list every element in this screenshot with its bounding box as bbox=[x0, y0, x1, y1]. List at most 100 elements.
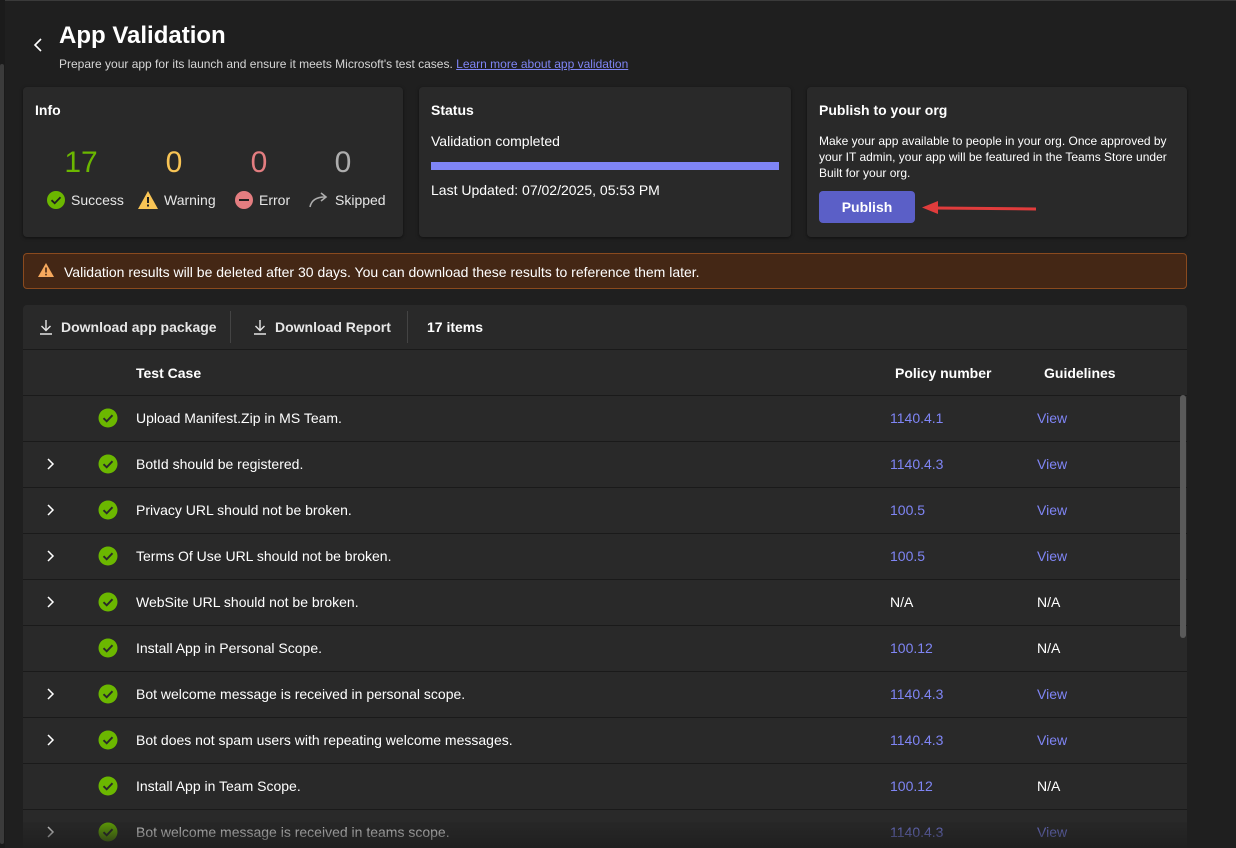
chevron-right-icon[interactable] bbox=[43, 825, 57, 839]
test-case-name: BotId should be registered. bbox=[136, 456, 304, 472]
status-card-title: Status bbox=[431, 102, 474, 118]
test-case-name: Bot does not spam users with repeating w… bbox=[136, 732, 513, 748]
warning-icon bbox=[138, 191, 158, 209]
success-check-icon bbox=[98, 454, 118, 474]
table-row[interactable]: Upload Manifest.Zip in MS Team. 1140.4.1 V… bbox=[23, 396, 1187, 442]
skipped-label: Skipped bbox=[308, 190, 386, 210]
table-row[interactable]: Install App in Personal Scope. 100.12 N/A bbox=[23, 626, 1187, 672]
success-check-icon bbox=[98, 730, 118, 750]
item-count: 17 items bbox=[427, 319, 484, 335]
table-row[interactable]: Install App in Team Scope. 100.12 N/A bbox=[23, 764, 1187, 810]
success-check-icon bbox=[98, 638, 118, 658]
results-panel: Download app package Download Report 17 … bbox=[23, 305, 1187, 848]
download-icon bbox=[40, 320, 52, 335]
column-header-policy-number[interactable]: Policy number bbox=[895, 365, 991, 381]
guidelines-value: N/A bbox=[1037, 594, 1061, 610]
success-check-icon bbox=[98, 546, 118, 566]
warning-label-text: Warning bbox=[164, 192, 216, 208]
test-case-name: Bot welcome message is received in teams… bbox=[136, 824, 450, 840]
guidelines-value: N/A bbox=[1037, 640, 1061, 656]
chevron-right-icon[interactable] bbox=[43, 687, 57, 701]
toolbar-divider bbox=[230, 311, 231, 343]
info-card: Info 17 Success 0 Warning 0 Error 0 Skip… bbox=[23, 87, 403, 237]
table-row[interactable]: Bot welcome message is received in perso… bbox=[23, 672, 1187, 718]
guidelines-view-link[interactable]: View bbox=[1037, 502, 1067, 518]
guidelines-view-link[interactable]: View bbox=[1037, 686, 1067, 702]
guidelines-view-link[interactable]: View bbox=[1037, 732, 1067, 748]
test-case-name: Upload Manifest.Zip in MS Team. bbox=[136, 410, 342, 426]
page-scrollbar-thumb[interactable] bbox=[0, 64, 4, 844]
skipped-count: 0 bbox=[293, 145, 393, 181]
download-report-label: Download Report bbox=[275, 319, 391, 335]
test-case-name: Install App in Team Scope. bbox=[136, 778, 301, 794]
info-card-title: Info bbox=[35, 102, 61, 118]
chevron-right-icon[interactable] bbox=[43, 549, 57, 563]
test-case-name: Terms Of Use URL should not be broken. bbox=[136, 548, 392, 564]
status-card: Status Validation completed Last Updated… bbox=[419, 87, 791, 237]
success-count-value: 17 bbox=[64, 146, 98, 179]
error-icon bbox=[235, 191, 253, 209]
subtitle-text: Prepare your app for its launch and ensu… bbox=[59, 57, 453, 71]
success-check-icon bbox=[98, 776, 118, 796]
error-label-text: Error bbox=[259, 192, 291, 208]
table-scrollbar-thumb[interactable] bbox=[1180, 395, 1186, 638]
skipped-count-value: 0 bbox=[334, 146, 352, 179]
success-label-text: Success bbox=[71, 192, 124, 208]
chevron-right-icon[interactable] bbox=[43, 733, 57, 747]
test-case-name: Install App in Personal Scope. bbox=[136, 640, 323, 656]
policy-number-link[interactable]: 100.5 bbox=[890, 502, 925, 518]
success-check-icon bbox=[98, 500, 118, 520]
guidelines-view-link[interactable]: View bbox=[1037, 548, 1067, 564]
table-row[interactable]: BotId should be registered. 1140.4.3 View bbox=[23, 442, 1187, 488]
success-check-icon bbox=[98, 822, 118, 842]
policy-number-link[interactable]: 100.12 bbox=[890, 778, 933, 794]
table-row[interactable]: Bot welcome message is received in teams… bbox=[23, 810, 1187, 848]
policy-number-link[interactable]: 1140.4.3 bbox=[890, 686, 943, 702]
column-header-guidelines[interactable]: Guidelines bbox=[1044, 365, 1116, 381]
warning-label: Warning bbox=[137, 190, 216, 210]
skipped-label-text: Skipped bbox=[335, 192, 386, 208]
toolbar-divider bbox=[407, 311, 408, 343]
table-row[interactable]: Bot does not spam users with repeating w… bbox=[23, 718, 1187, 764]
guidelines-value: N/A bbox=[1037, 778, 1061, 794]
policy-number-link[interactable]: 1140.4.3 bbox=[890, 824, 943, 840]
check-circle-icon bbox=[47, 191, 65, 209]
policy-number-link[interactable]: 1140.4.3 bbox=[890, 732, 943, 748]
publish-button[interactable]: Publish bbox=[819, 191, 915, 223]
learn-more-link[interactable]: Learn more about app validation bbox=[456, 57, 628, 71]
annotation-arrow bbox=[922, 201, 1037, 214]
success-check-icon bbox=[98, 684, 118, 704]
retention-warning-banner: Validation results will be deleted after… bbox=[23, 253, 1187, 289]
chevron-right-icon[interactable] bbox=[43, 595, 57, 609]
test-case-name: WebSite URL should not be broken. bbox=[136, 594, 359, 610]
policy-number-link[interactable]: 100.5 bbox=[890, 548, 925, 564]
chevron-right-icon[interactable] bbox=[43, 457, 57, 471]
success-count: 17 bbox=[31, 145, 131, 181]
test-case-name: Privacy URL should not be broken. bbox=[136, 502, 352, 518]
policy-number-link[interactable]: 1140.4.3 bbox=[890, 456, 943, 472]
policy-number-link[interactable]: 1140.4.1 bbox=[890, 410, 943, 426]
window-top-border bbox=[0, 0, 1236, 1]
table-row[interactable]: Terms Of Use URL should not be broken. 10… bbox=[23, 534, 1187, 580]
page-scrollbar[interactable] bbox=[0, 0, 5, 848]
last-updated: Last Updated: 07/02/2025, 05:53 PM bbox=[431, 182, 660, 198]
success-check-icon bbox=[98, 592, 118, 612]
download-app-package-button[interactable]: Download app package bbox=[39, 305, 217, 349]
back-arrow-icon[interactable] bbox=[30, 34, 48, 56]
test-case-name: Bot welcome message is received in perso… bbox=[136, 686, 466, 702]
table-row[interactable]: Privacy URL should not be broken. 100.5 Vi… bbox=[23, 488, 1187, 534]
validation-progress-fill bbox=[431, 162, 779, 170]
column-header-test-case[interactable]: Test Case bbox=[136, 365, 201, 381]
success-check-icon bbox=[98, 408, 118, 428]
guidelines-view-link[interactable]: View bbox=[1037, 410, 1067, 426]
publish-description: Make your app available to people in you… bbox=[819, 134, 1167, 180]
download-app-package-label: Download app package bbox=[61, 319, 217, 335]
policy-number-link[interactable]: 100.12 bbox=[890, 640, 933, 656]
chevron-right-icon[interactable] bbox=[43, 503, 57, 517]
guidelines-view-link[interactable]: View bbox=[1037, 824, 1067, 840]
publish-card-title: Publish to your org bbox=[819, 102, 948, 118]
guidelines-view-link[interactable]: View bbox=[1037, 456, 1067, 472]
table-row[interactable]: WebSite URL should not be broken. N/A N/A bbox=[23, 580, 1187, 626]
download-report-button[interactable]: Download Report bbox=[253, 305, 391, 349]
page-title: App Validation bbox=[59, 22, 226, 49]
